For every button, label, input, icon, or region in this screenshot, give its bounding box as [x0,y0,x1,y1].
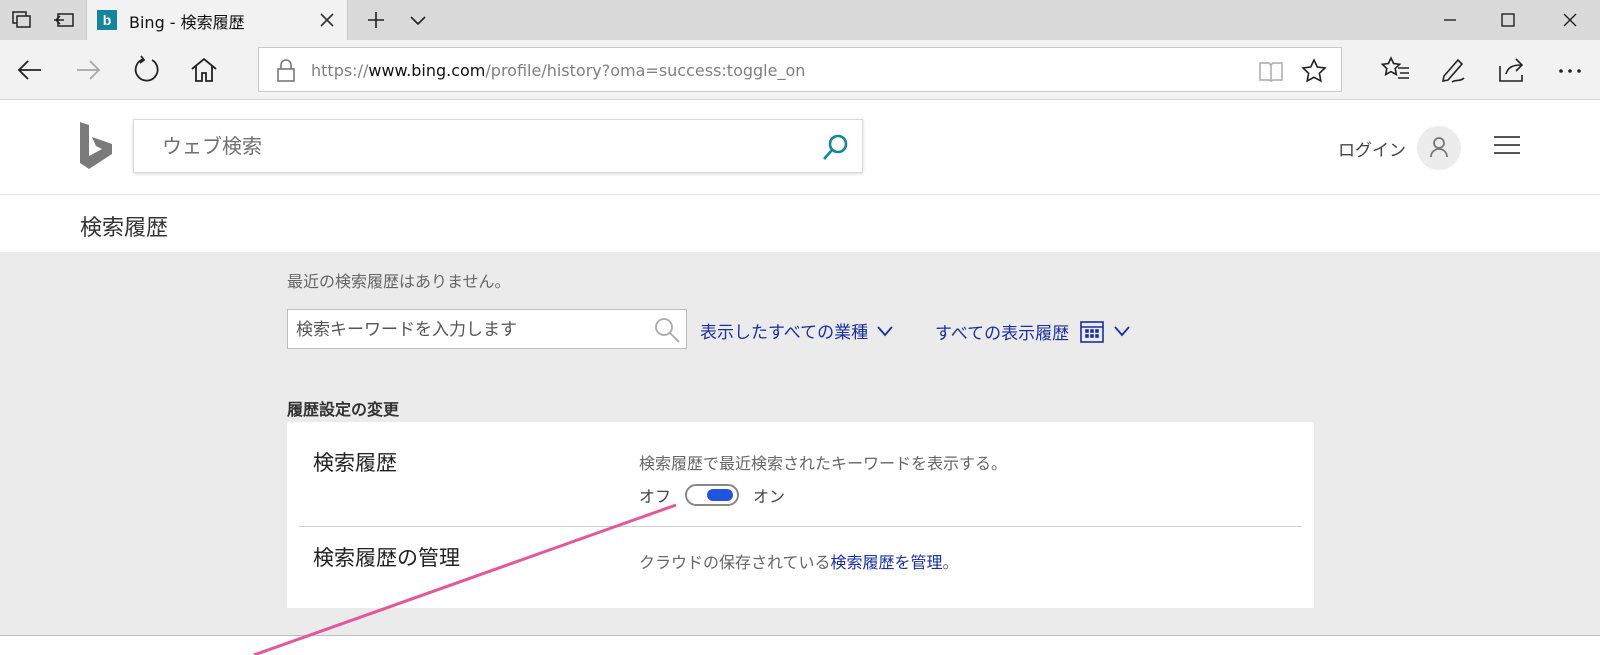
page-title: 検索履歴 [80,216,169,241]
url-scheme: https:// [311,61,369,80]
manage-description-prefix: クラウドの保存されている [639,553,831,572]
bing-logo-icon[interactable] [78,122,114,172]
close-window-icon[interactable] [1556,6,1584,34]
navigation-bar: https://www.bing.com/profile/history?oma… [0,40,1600,100]
active-tab[interactable]: b Bing - 検索履歴 [86,0,348,41]
refresh-icon[interactable] [130,54,162,86]
url-text[interactable]: https://www.bing.com/profile/history?oma… [311,61,805,80]
tab-actions-icon[interactable] [10,8,34,32]
tab-title: Bing - 検索履歴 [129,13,245,32]
search-icon[interactable] [820,132,850,162]
row-divider [299,526,1302,527]
minimize-icon[interactable] [1436,6,1464,34]
settings-section-heading: 履歴設定の変更 [287,400,400,419]
chevron-down-icon [877,325,893,336]
more-options-icon[interactable] [1554,54,1586,86]
new-tab-icon[interactable] [364,8,388,32]
bing-favicon-icon: b [97,10,117,30]
search-history-setting-description: 検索履歴で最近検索されたキーワードを表示する。 [639,454,1008,473]
history-filter-box[interactable] [287,309,687,349]
manage-history-setting-label: 検索履歴の管理 [313,546,460,570]
manage-history-description: クラウドの保存されている検索履歴を管理。 [639,549,959,573]
pen-notes-icon[interactable] [1438,54,1470,86]
home-icon[interactable] [188,54,220,86]
favorites-list-icon[interactable] [1380,54,1412,86]
history-content: 最近の検索履歴はありません。 表示したすべての業種 すべての表示履歴 履歴設定の… [0,252,1600,635]
share-icon[interactable] [1496,54,1528,86]
toggle-off-label: オフ [639,487,672,506]
toggle-knob [707,489,734,501]
window-border [0,635,1600,636]
search-history-toggle-row: オフ オン [639,483,785,507]
manage-history-link[interactable]: 検索履歴を管理 [831,553,943,572]
web-search-box[interactable] [133,119,863,173]
calendar-icon [1080,321,1104,343]
manage-description-suffix: 。 [942,553,959,572]
url-path: /profile/history?oma=success:toggle_on [485,61,806,80]
history-type-dropdown[interactable]: すべての表示履歴 [935,318,1131,344]
lock-icon[interactable] [275,59,297,83]
search-history-setting-label: 検索履歴 [313,451,397,475]
maximize-icon[interactable] [1494,6,1522,34]
category-filter-dropdown[interactable]: 表示したすべての業種 [700,318,894,343]
set-aside-tabs-icon[interactable] [52,8,76,32]
title-bar: b Bing - 検索履歴 [0,0,1600,41]
history-type-label: すべての表示履歴 [935,323,1070,344]
forward-arrow-icon[interactable] [72,54,104,86]
page-title-band: 検索履歴 [0,196,1600,252]
history-settings-panel: 検索履歴 検索履歴で最近検索されたキーワードを表示する。 オフ オン 検索履歴の… [287,422,1314,608]
tab-close-icon[interactable] [315,8,339,32]
category-filter-label: 表示したすべての業種 [700,323,869,343]
favorite-star-icon[interactable] [1301,58,1327,84]
search-history-toggle[interactable] [685,484,740,506]
login-link[interactable]: ログイン [1338,136,1406,161]
bing-header: ログイン [0,100,1600,195]
history-keyword-input[interactable] [296,318,636,342]
web-search-input[interactable] [162,132,782,160]
url-domain: www.bing.com [368,61,486,80]
address-bar[interactable]: https://www.bing.com/profile/history?oma… [258,47,1342,92]
reading-view-icon[interactable] [1257,59,1285,83]
hamburger-menu-icon[interactable] [1493,134,1521,156]
toggle-on-label: オン [753,487,786,506]
chevron-down-icon [1114,326,1130,337]
tab-list-chevron-down-icon[interactable] [406,8,430,32]
magnifier-icon[interactable] [653,316,681,344]
user-avatar-icon[interactable] [1417,126,1461,170]
back-arrow-icon[interactable] [14,54,46,86]
empty-history-message: 最近の検索履歴はありません。 [287,272,511,291]
